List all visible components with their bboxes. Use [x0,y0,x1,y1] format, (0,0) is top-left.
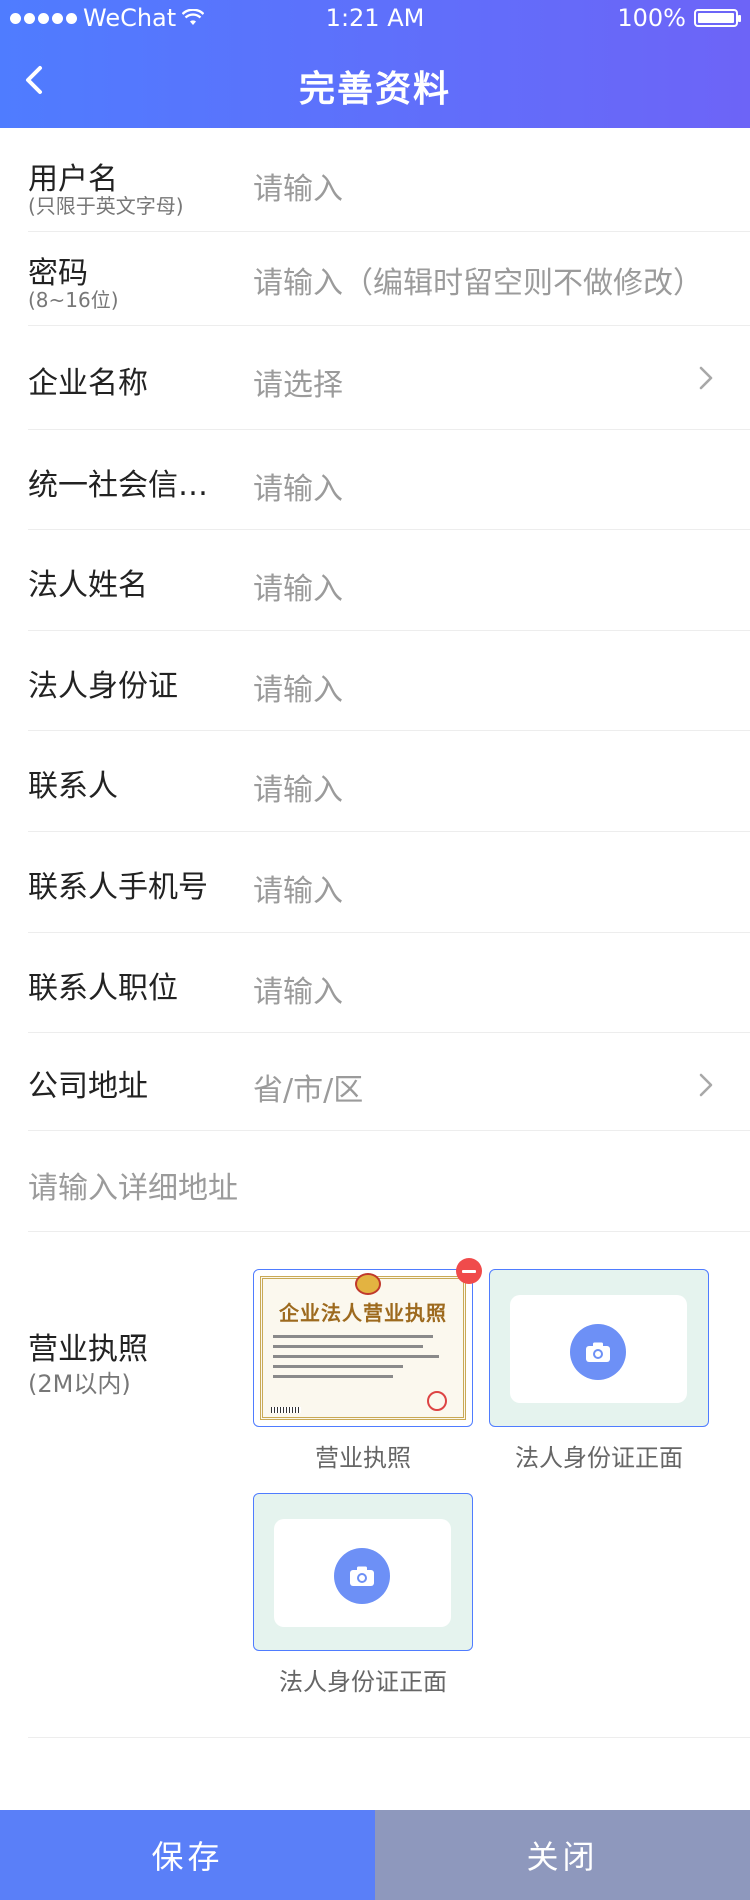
remove-image-button[interactable] [456,1258,482,1284]
address-detail-row: 请输入详细地址 [28,1131,750,1232]
contact-phone-label: 联系人手机号 [28,870,208,905]
legal-id-row: 法人身份证 请输入 [28,631,750,731]
barcode-icon [271,1407,301,1413]
page-title: 完善资料 [298,69,451,110]
license-thumbnail: 企业法人营业执照 [260,1273,466,1420]
credit-code-input[interactable]: 请输入 [253,464,720,508]
upload-caption: 营业执照 [315,1444,411,1472]
contact-title-label: 联系人职位 [28,971,178,1006]
legal-id-label: 法人身份证 [28,669,178,704]
password-hint: (8~16位) [28,288,119,312]
camera-icon [334,1548,390,1604]
text-line [273,1335,433,1338]
license-label: 营业执照 [28,1332,148,1367]
contact-title-row: 联系人职位 请输入 [28,933,750,1033]
username-row: 用户名 (只限于英文字母) 请输入 [28,128,750,232]
password-row: 密码 (8~16位) 请输入（编辑时留空则不做修改） [28,232,750,326]
upload-caption: 法人身份证正面 [515,1444,683,1472]
business-license-image[interactable]: 企业法人营业执照 [253,1258,482,1427]
contact-phone-input[interactable]: 请输入 [253,866,720,910]
battery-percent: 100% [617,4,686,32]
contact-input[interactable]: 请输入 [253,765,720,809]
credit-code-label: 统一社会信用代码 [28,468,233,503]
text-line [273,1375,393,1378]
license-hint: (2M以内) [28,1370,131,1398]
status-bar: WeChat 1:21 AM 100% [0,0,750,36]
id-front-upload-2[interactable] [253,1493,473,1651]
credit-code-row: 统一社会信用代码 请输入 [28,430,750,530]
username-hint: (只限于英文字母) [28,194,184,218]
id-front-upload[interactable] [489,1269,709,1427]
chevron-right-icon [692,1071,720,1099]
address-detail-input[interactable]: 请输入详细地址 [28,1163,720,1207]
contact-phone-row: 联系人手机号 请输入 [28,832,750,933]
save-button[interactable]: 保存 [0,1810,375,1900]
camera-icon [570,1324,626,1380]
battery-icon [694,9,741,27]
license-image-title: 企业法人营业执照 [279,1301,447,1325]
chevron-right-icon [692,364,720,392]
contact-row: 联系人 请输入 [28,731,750,832]
legal-name-label: 法人姓名 [28,568,148,603]
nav-bar: 完善资料 [0,36,750,128]
upload-caption: 法人身份证正面 [279,1668,447,1696]
legal-id-input[interactable]: 请输入 [253,665,720,709]
battery-status: 100% [617,4,741,32]
minus-icon [462,1269,476,1273]
company-select[interactable]: 请选择 [253,360,720,404]
header-bar: WeChat 1:21 AM 100% 完善资料 [0,0,750,128]
legal-name-row: 法人姓名 请输入 [28,530,750,631]
username-input[interactable]: 请输入 [253,164,720,208]
close-button[interactable]: 关闭 [375,1810,750,1900]
contact-title-input[interactable]: 请输入 [253,967,720,1011]
contact-label: 联系人 [28,769,118,804]
text-line [273,1355,439,1358]
license-row: 营业执照 (2M以内) 企业法人营业执照 营业执照 法人身份证正面 法人身份证正… [28,1232,750,1738]
text-line [273,1345,423,1348]
company-row[interactable]: 企业名称 请选择 [28,326,750,430]
text-line [273,1365,403,1368]
emblem-icon [355,1273,381,1295]
address-label: 公司地址 [28,1069,148,1104]
address-select[interactable]: 省/市/区 [253,1065,720,1109]
address-row[interactable]: 公司地址 省/市/区 [28,1033,750,1131]
legal-name-input[interactable]: 请输入 [253,564,720,608]
password-input[interactable]: 请输入（编辑时留空则不做修改） [253,258,720,302]
footer-actions: 保存 关闭 [0,1810,750,1900]
company-label: 企业名称 [28,366,148,401]
seal-icon [427,1391,447,1411]
